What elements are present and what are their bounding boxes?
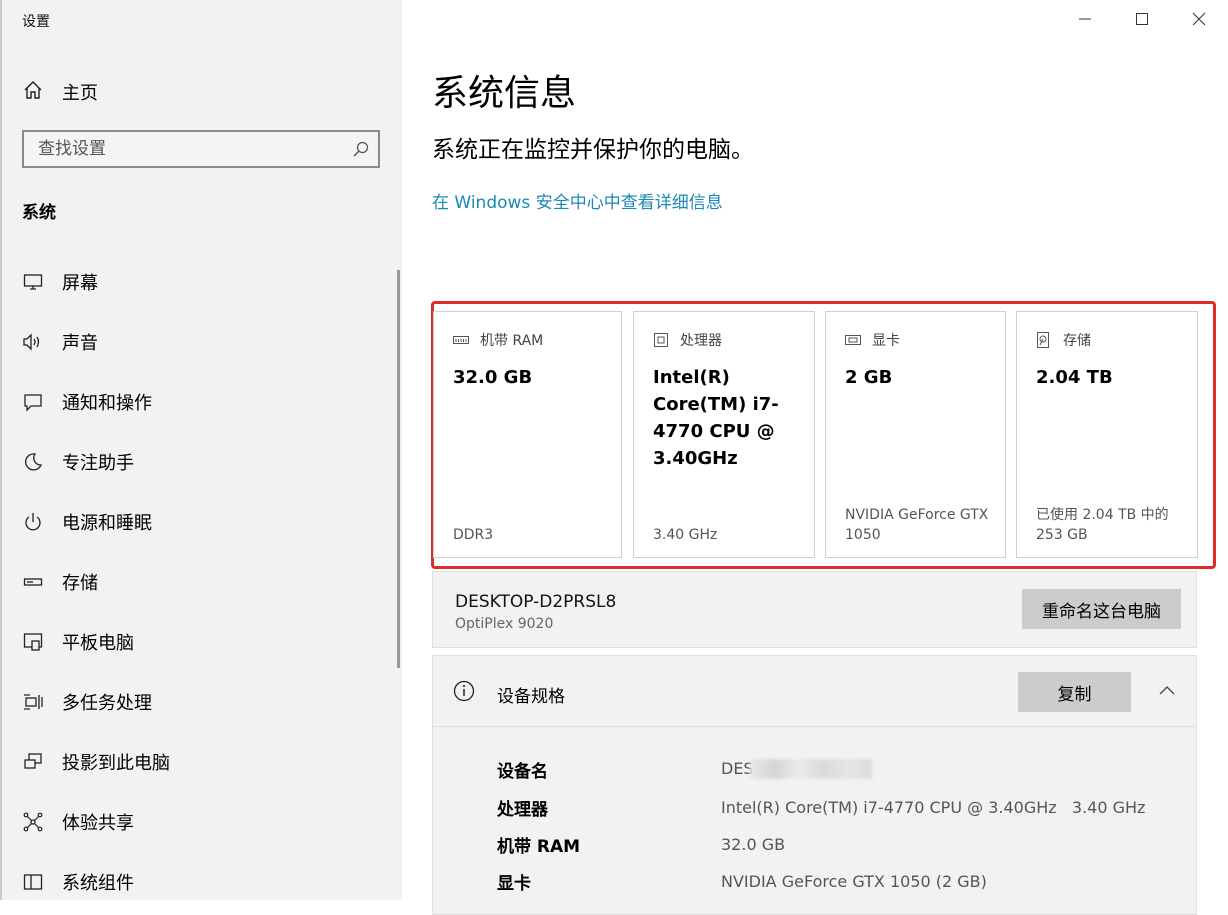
- rename-pc-button[interactable]: 重命名这台电脑: [1022, 589, 1181, 629]
- sidebar-item-multitasking[interactable]: 多任务处理: [22, 687, 382, 717]
- sidebar-item-label: 体验共享: [62, 813, 134, 834]
- search-box: [22, 130, 380, 168]
- gpu-card: 显卡 2 GB NVIDIA GeForce GTX 1050: [825, 311, 1006, 558]
- cpu-card: 处理器 Intel(R) Core(TM) i7-4770 CPU @ 3.40…: [633, 311, 815, 558]
- close-button[interactable]: [1187, 8, 1211, 32]
- notification-icon: [22, 391, 44, 413]
- spec-value: DES: [721, 759, 872, 780]
- disk-icon: [1036, 332, 1054, 348]
- card-value: 32.0 GB: [453, 367, 533, 388]
- card-label: 显卡: [872, 333, 900, 349]
- spec-value: Intel(R) Core(TM) i7-4770 CPU @ 3.40GHz …: [721, 797, 1146, 817]
- card-label: 存储: [1063, 333, 1091, 349]
- card-label: 处理器: [680, 333, 722, 349]
- spec-row: 显卡 NVIDIA GeForce GTX 1050 (2 GB): [497, 868, 987, 894]
- minimize-icon: [1078, 11, 1092, 30]
- card-footer: DDR3: [453, 527, 494, 543]
- spec-row: 机带 RAM 32.0 GB: [497, 831, 785, 857]
- card-footer: NVIDIA GeForce GTX 1050: [845, 507, 989, 543]
- share-icon: [22, 811, 44, 833]
- section-title: 系统: [22, 203, 56, 223]
- pc-model: OptiPlex 9020: [455, 616, 554, 632]
- pc-name-row: DESKTOP-D2PRSL8 OptiPlex 9020 重命名这台电脑: [432, 571, 1197, 648]
- power-icon: [22, 511, 44, 533]
- spec-key: 处理器: [497, 799, 548, 820]
- sidebar-item-power[interactable]: 电源和睡眠: [22, 507, 382, 537]
- sidebar-item-shared-experiences[interactable]: 体验共享: [22, 807, 382, 837]
- sidebar-item-label: 存储: [62, 573, 98, 594]
- tablet-icon: [22, 631, 44, 653]
- home-icon: [22, 79, 44, 105]
- sidebar-item-label: 电源和睡眠: [62, 513, 152, 534]
- window-edge: [0, 0, 2, 900]
- copy-button[interactable]: 复制: [1018, 672, 1131, 712]
- maximize-button[interactable]: [1130, 8, 1154, 32]
- search-input[interactable]: [24, 132, 348, 166]
- close-icon: [1192, 11, 1206, 30]
- specs-title: 设备规格: [497, 687, 565, 707]
- sidebar: 设置 主页 系统 屏幕 声音 通知和操作 专注助手 电源和睡眠 存储 平板: [0, 0, 402, 900]
- card-footer: 已使用 2.04 TB 中的 253 GB: [1036, 507, 1169, 543]
- sidebar-scrollbar[interactable]: [397, 270, 400, 668]
- project-icon: [22, 751, 44, 773]
- cpu-icon: [653, 332, 671, 348]
- security-center-link[interactable]: 在 Windows 安全中心中查看详细信息: [432, 188, 723, 213]
- sidebar-item-label: 投影到此电脑: [62, 753, 170, 774]
- sidebar-item-notifications[interactable]: 通知和操作: [22, 387, 382, 417]
- sidebar-item-tablet[interactable]: 平板电脑: [22, 627, 382, 657]
- search-icon[interactable]: [352, 140, 370, 158]
- device-specs-panel: 设备规格 复制 设备名 DES 处理器 Intel(R) Core(TM) i7…: [432, 655, 1197, 915]
- sidebar-item-display[interactable]: 屏幕: [22, 267, 382, 297]
- info-icon: [453, 680, 475, 706]
- app-title: 设置: [22, 14, 50, 30]
- sidebar-item-label: 通知和操作: [62, 393, 152, 414]
- card-value: 2 GB: [845, 367, 893, 388]
- redacted-blur: [749, 759, 872, 780]
- chevron-up-icon[interactable]: [1159, 682, 1175, 701]
- spec-value: 32.0 GB: [721, 834, 786, 854]
- sidebar-item-system-components[interactable]: 系统组件: [22, 867, 382, 897]
- sidebar-item-label: 系统组件: [62, 873, 134, 894]
- sidebar-item-label: 主页: [62, 83, 98, 104]
- spec-key: 显卡: [497, 873, 531, 894]
- storage-icon: [22, 571, 44, 593]
- speaker-icon: [22, 331, 44, 353]
- divider: [433, 726, 1196, 727]
- card-value: 2.04 TB: [1036, 367, 1113, 388]
- sidebar-item-sound[interactable]: 声音: [22, 327, 382, 357]
- moon-icon: [22, 451, 44, 473]
- multitask-icon: [22, 691, 44, 713]
- spec-key: 机带 RAM: [497, 836, 581, 857]
- monitor-icon: [22, 271, 44, 293]
- storage-card: 存储 2.04 TB 已使用 2.04 TB 中的 253 GB: [1016, 311, 1198, 558]
- page-title: 系统信息: [432, 73, 577, 114]
- pc-name: DESKTOP-D2PRSL8: [455, 592, 617, 612]
- sidebar-item-home[interactable]: 主页: [22, 78, 98, 106]
- spec-key: 设备名: [497, 761, 548, 782]
- gpu-icon: [845, 332, 863, 348]
- spec-row: 处理器 Intel(R) Core(TM) i7-4770 CPU @ 3.40…: [497, 794, 1145, 820]
- ram-icon: [453, 332, 471, 348]
- sidebar-item-label: 多任务处理: [62, 693, 152, 714]
- card-value: Intel(R) Core(TM) i7-4770 CPU @ 3.40GHz: [653, 367, 779, 469]
- sidebar-item-storage[interactable]: 存储: [22, 567, 382, 597]
- spec-row: 设备名 DES: [497, 756, 872, 782]
- sidebar-item-label: 专注助手: [62, 453, 134, 474]
- card-footer: 3.40 GHz: [653, 527, 718, 543]
- maximize-icon: [1135, 11, 1149, 30]
- sidebar-item-focus-assist[interactable]: 专注助手: [22, 447, 382, 477]
- page-subtitle: 系统正在监控并保护你的电脑。: [432, 137, 754, 163]
- sidebar-item-project[interactable]: 投影到此电脑: [22, 747, 382, 777]
- card-label: 机带 RAM: [480, 333, 544, 349]
- sidebar-item-label: 声音: [62, 333, 98, 354]
- ram-card: 机带 RAM 32.0 GB DDR3: [433, 311, 622, 558]
- components-icon: [22, 871, 44, 893]
- sidebar-item-label: 平板电脑: [62, 633, 134, 654]
- minimize-button[interactable]: [1073, 8, 1097, 32]
- sidebar-item-label: 屏幕: [62, 273, 98, 294]
- spec-value: NVIDIA GeForce GTX 1050 (2 GB): [721, 871, 987, 891]
